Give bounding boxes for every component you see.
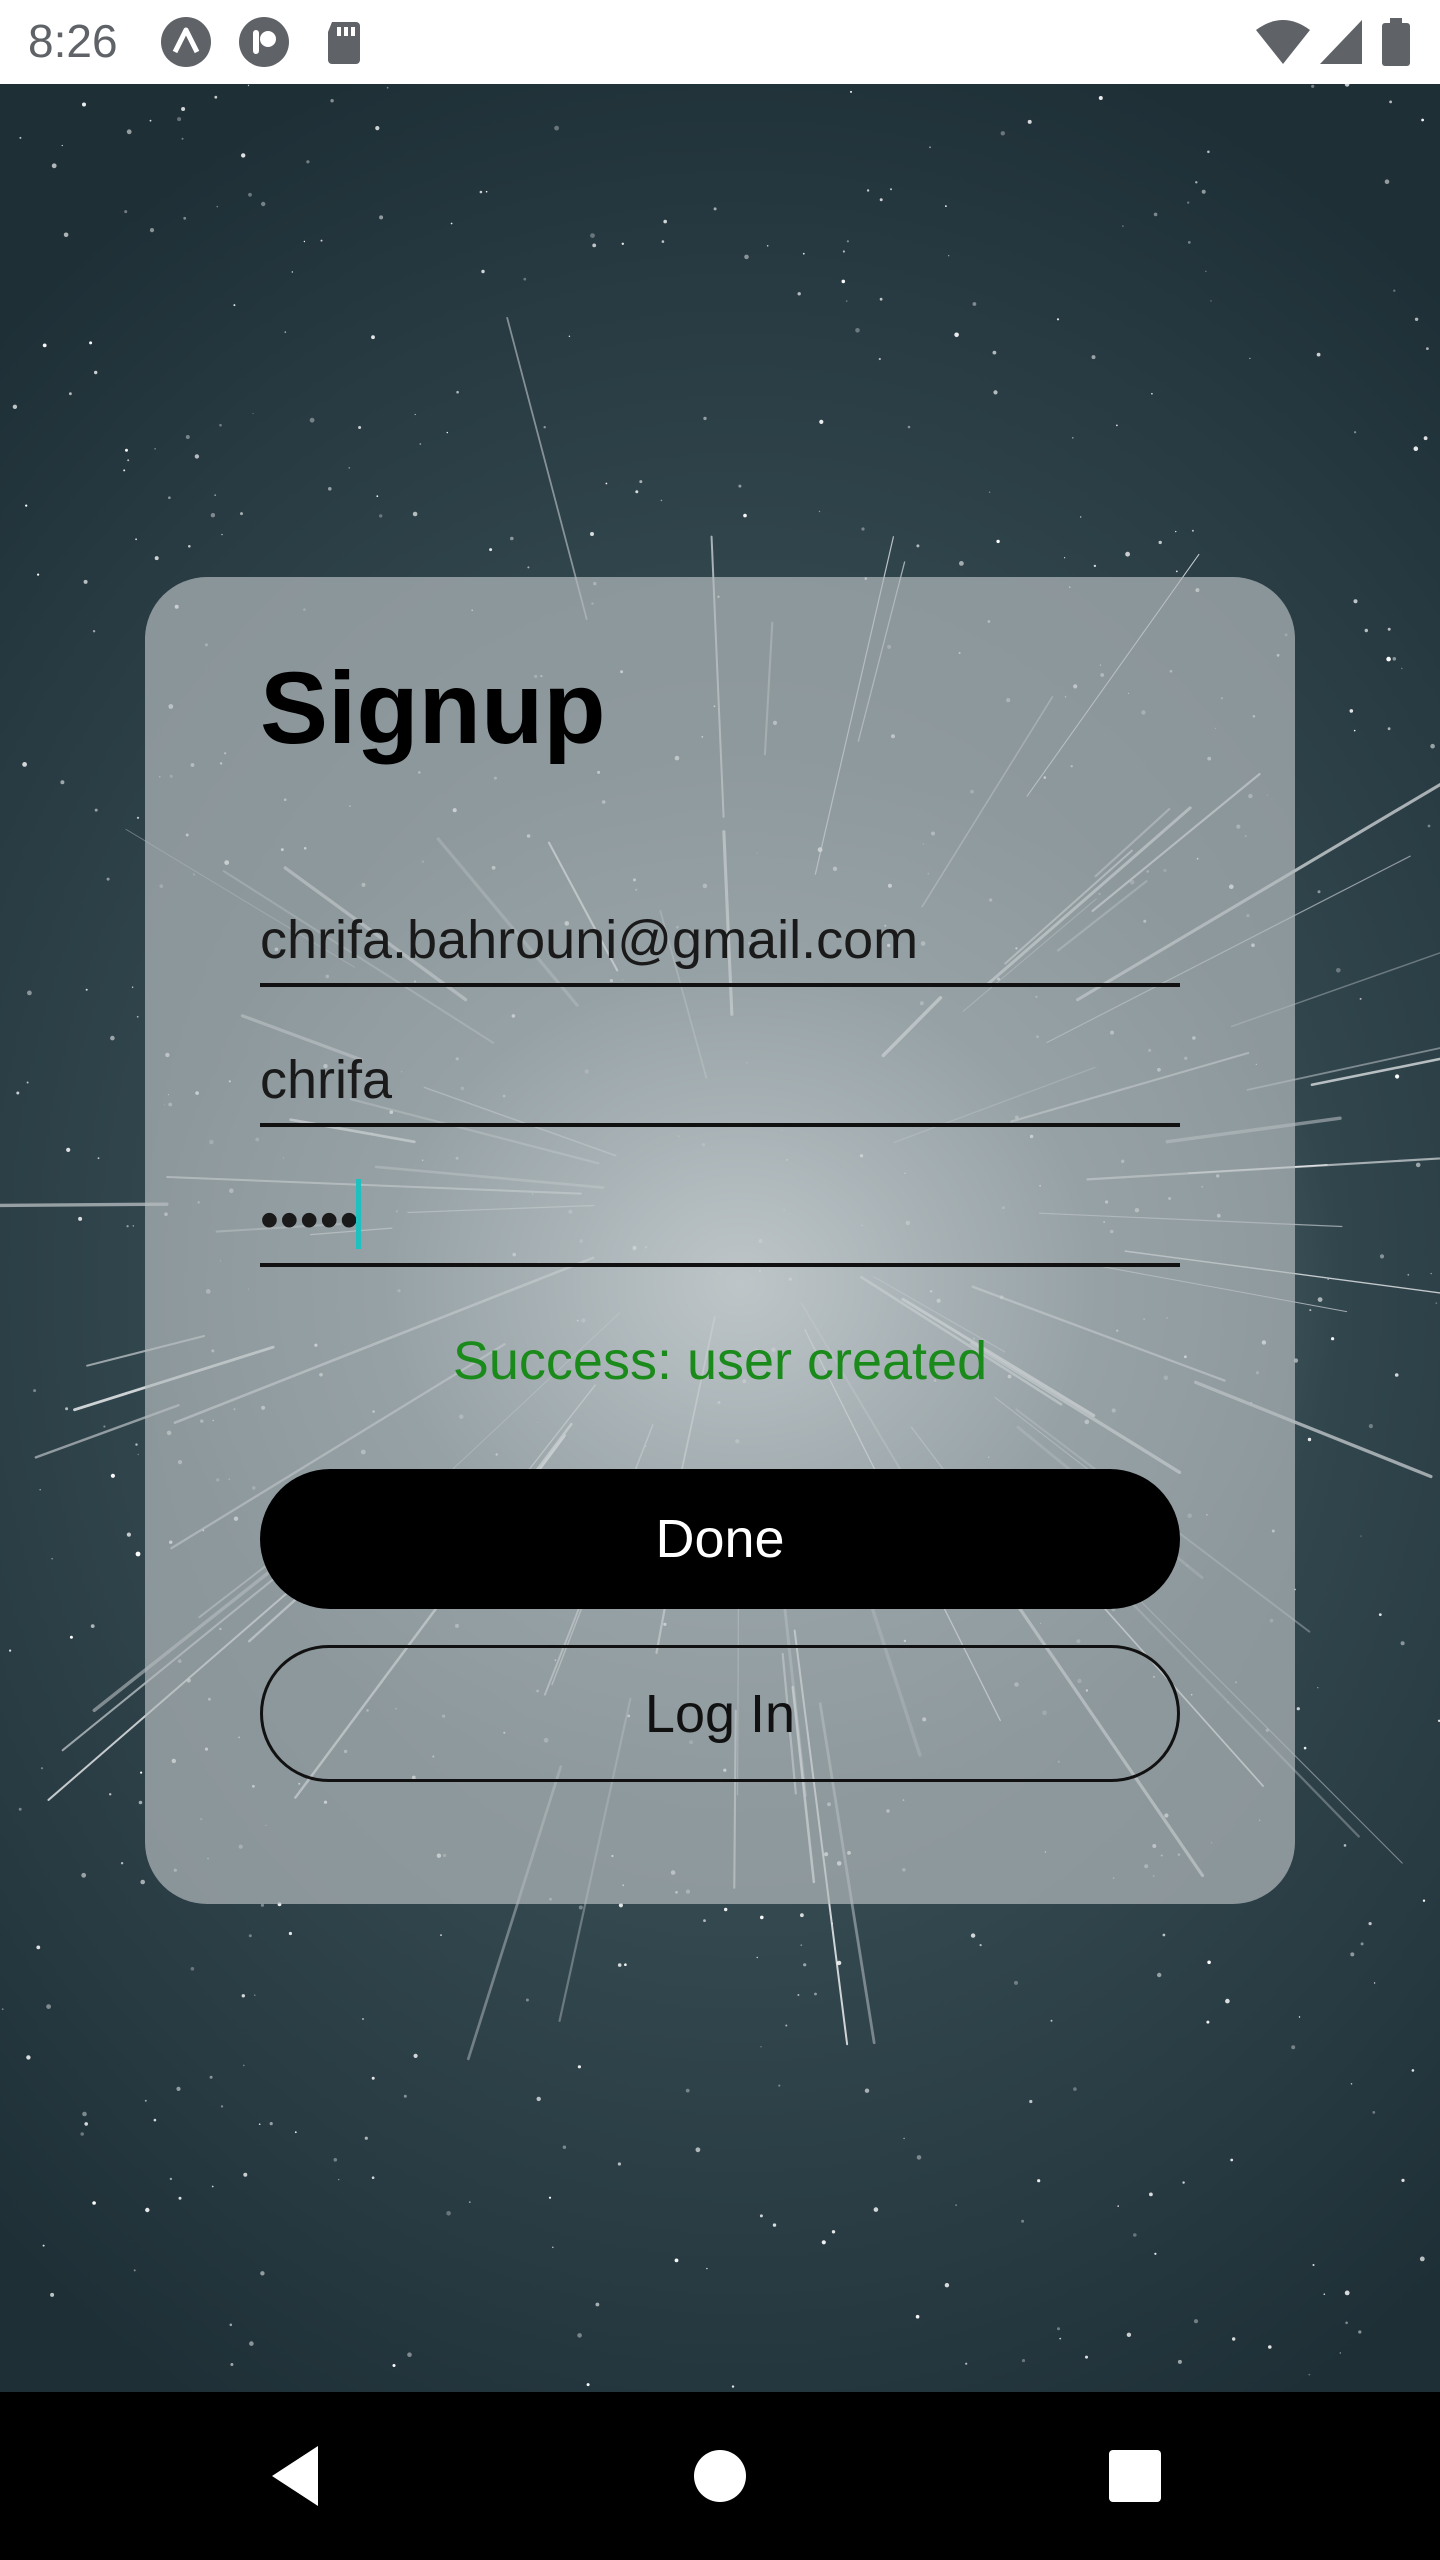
login-button[interactable]: Log In <box>260 1645 1180 1782</box>
text-cursor <box>356 1179 361 1249</box>
wifi-icon <box>1254 16 1312 68</box>
home-icon[interactable] <box>680 2436 760 2516</box>
username-value: chrifa <box>260 1050 393 1110</box>
signal-icon <box>1318 16 1364 68</box>
status-bar: 8:26 <box>0 0 1440 84</box>
page-title: Signup <box>260 651 606 765</box>
sd-card-icon <box>318 16 370 68</box>
back-icon[interactable] <box>260 2436 340 2516</box>
password-value: ••••• <box>260 1190 360 1250</box>
battery-icon <box>1378 16 1414 68</box>
app-p-icon <box>238 16 290 68</box>
username-field[interactable]: chrifa <box>260 1027 1180 1127</box>
app-a-icon <box>160 16 212 68</box>
email-value: chrifa.bahrouni@gmail.com <box>260 910 919 970</box>
email-field[interactable]: chrifa.bahrouni@gmail.com <box>260 887 1180 987</box>
navigation-bar <box>0 2392 1440 2560</box>
recents-icon[interactable] <box>1095 2436 1175 2516</box>
done-button[interactable]: Done <box>260 1469 1180 1609</box>
status-message: Success: user created <box>452 1331 988 1391</box>
password-field[interactable]: ••••• <box>260 1167 1180 1267</box>
status-time: 8:26 <box>28 15 118 67</box>
